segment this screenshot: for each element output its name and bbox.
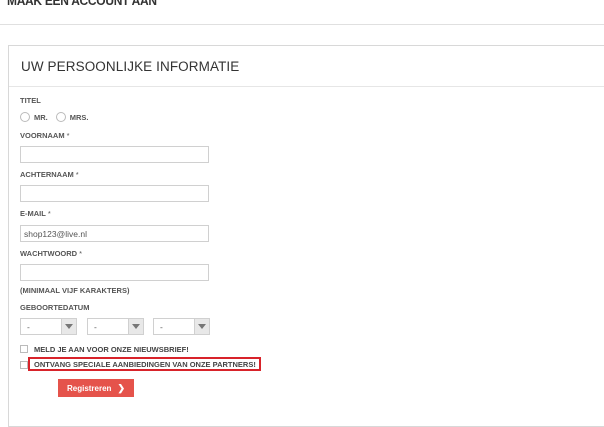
password-label: WACHTWOORD * xyxy=(20,249,82,258)
title-radio-group: MR. MRS. xyxy=(20,112,97,122)
radio-mrs[interactable] xyxy=(55,112,66,122)
first-name-input[interactable] xyxy=(20,146,209,163)
chevron-down-icon xyxy=(194,319,209,334)
chevron-right-icon: ❯ xyxy=(117,382,125,393)
password-input[interactable] xyxy=(20,264,209,281)
last-name-input[interactable] xyxy=(20,185,209,202)
partners-label: ONTVANG SPECIALE AANBIEDINGEN VAN ONZE P… xyxy=(34,360,256,369)
required-mark: * xyxy=(75,170,79,179)
chevron-down-icon xyxy=(128,319,143,334)
first-name-label-text: VOORNAAM xyxy=(20,131,65,140)
partners-checkbox[interactable] xyxy=(20,361,28,369)
required-mark: * xyxy=(79,249,82,258)
register-button[interactable]: Registreren ❯ xyxy=(58,379,134,397)
register-button-label: Registreren xyxy=(66,383,112,393)
newsletter-checkbox[interactable] xyxy=(20,345,28,353)
email-label: E-MAIL * xyxy=(20,209,51,218)
radio-mr-label: MR. xyxy=(34,112,48,122)
required-mark: * xyxy=(66,131,70,140)
last-name-label: ACHTERNAAM * xyxy=(20,170,79,179)
email-label-text: E-MAIL xyxy=(20,209,46,218)
newsletter-label: MELD JE AAN VOOR ONZE NIEUWSBRIEF! xyxy=(34,345,189,354)
email-input[interactable] xyxy=(20,225,209,242)
password-hint: (MINIMAAL VIJF KARAKTERS) xyxy=(20,286,130,295)
birth-month-value: - xyxy=(94,321,97,332)
birth-year-value: - xyxy=(160,321,163,332)
required-mark: * xyxy=(47,209,51,218)
first-name-label: VOORNAAM * xyxy=(20,131,70,140)
last-name-label-text: ACHTERNAAM xyxy=(20,170,74,179)
birth-day-select[interactable]: - xyxy=(20,318,77,335)
birthdate-label: GEBOORTEDATUM xyxy=(20,303,90,312)
birth-day-value: - xyxy=(27,321,30,332)
birth-month-select[interactable]: - xyxy=(87,318,144,335)
section-title: UW PERSOONLIJKE INFORMATIE xyxy=(21,59,240,74)
section-divider xyxy=(9,86,604,87)
top-divider xyxy=(0,24,604,25)
birth-year-select[interactable]: - xyxy=(153,318,210,335)
radio-mrs-label: MRS. xyxy=(69,112,89,122)
title-label: TITEL xyxy=(20,96,41,105)
chevron-down-icon xyxy=(61,319,76,334)
radio-mr[interactable] xyxy=(20,112,30,122)
page-heading: MAAK EEN ACCOUNT AAN xyxy=(7,0,157,9)
password-label-text: WACHTWOORD xyxy=(20,249,78,258)
